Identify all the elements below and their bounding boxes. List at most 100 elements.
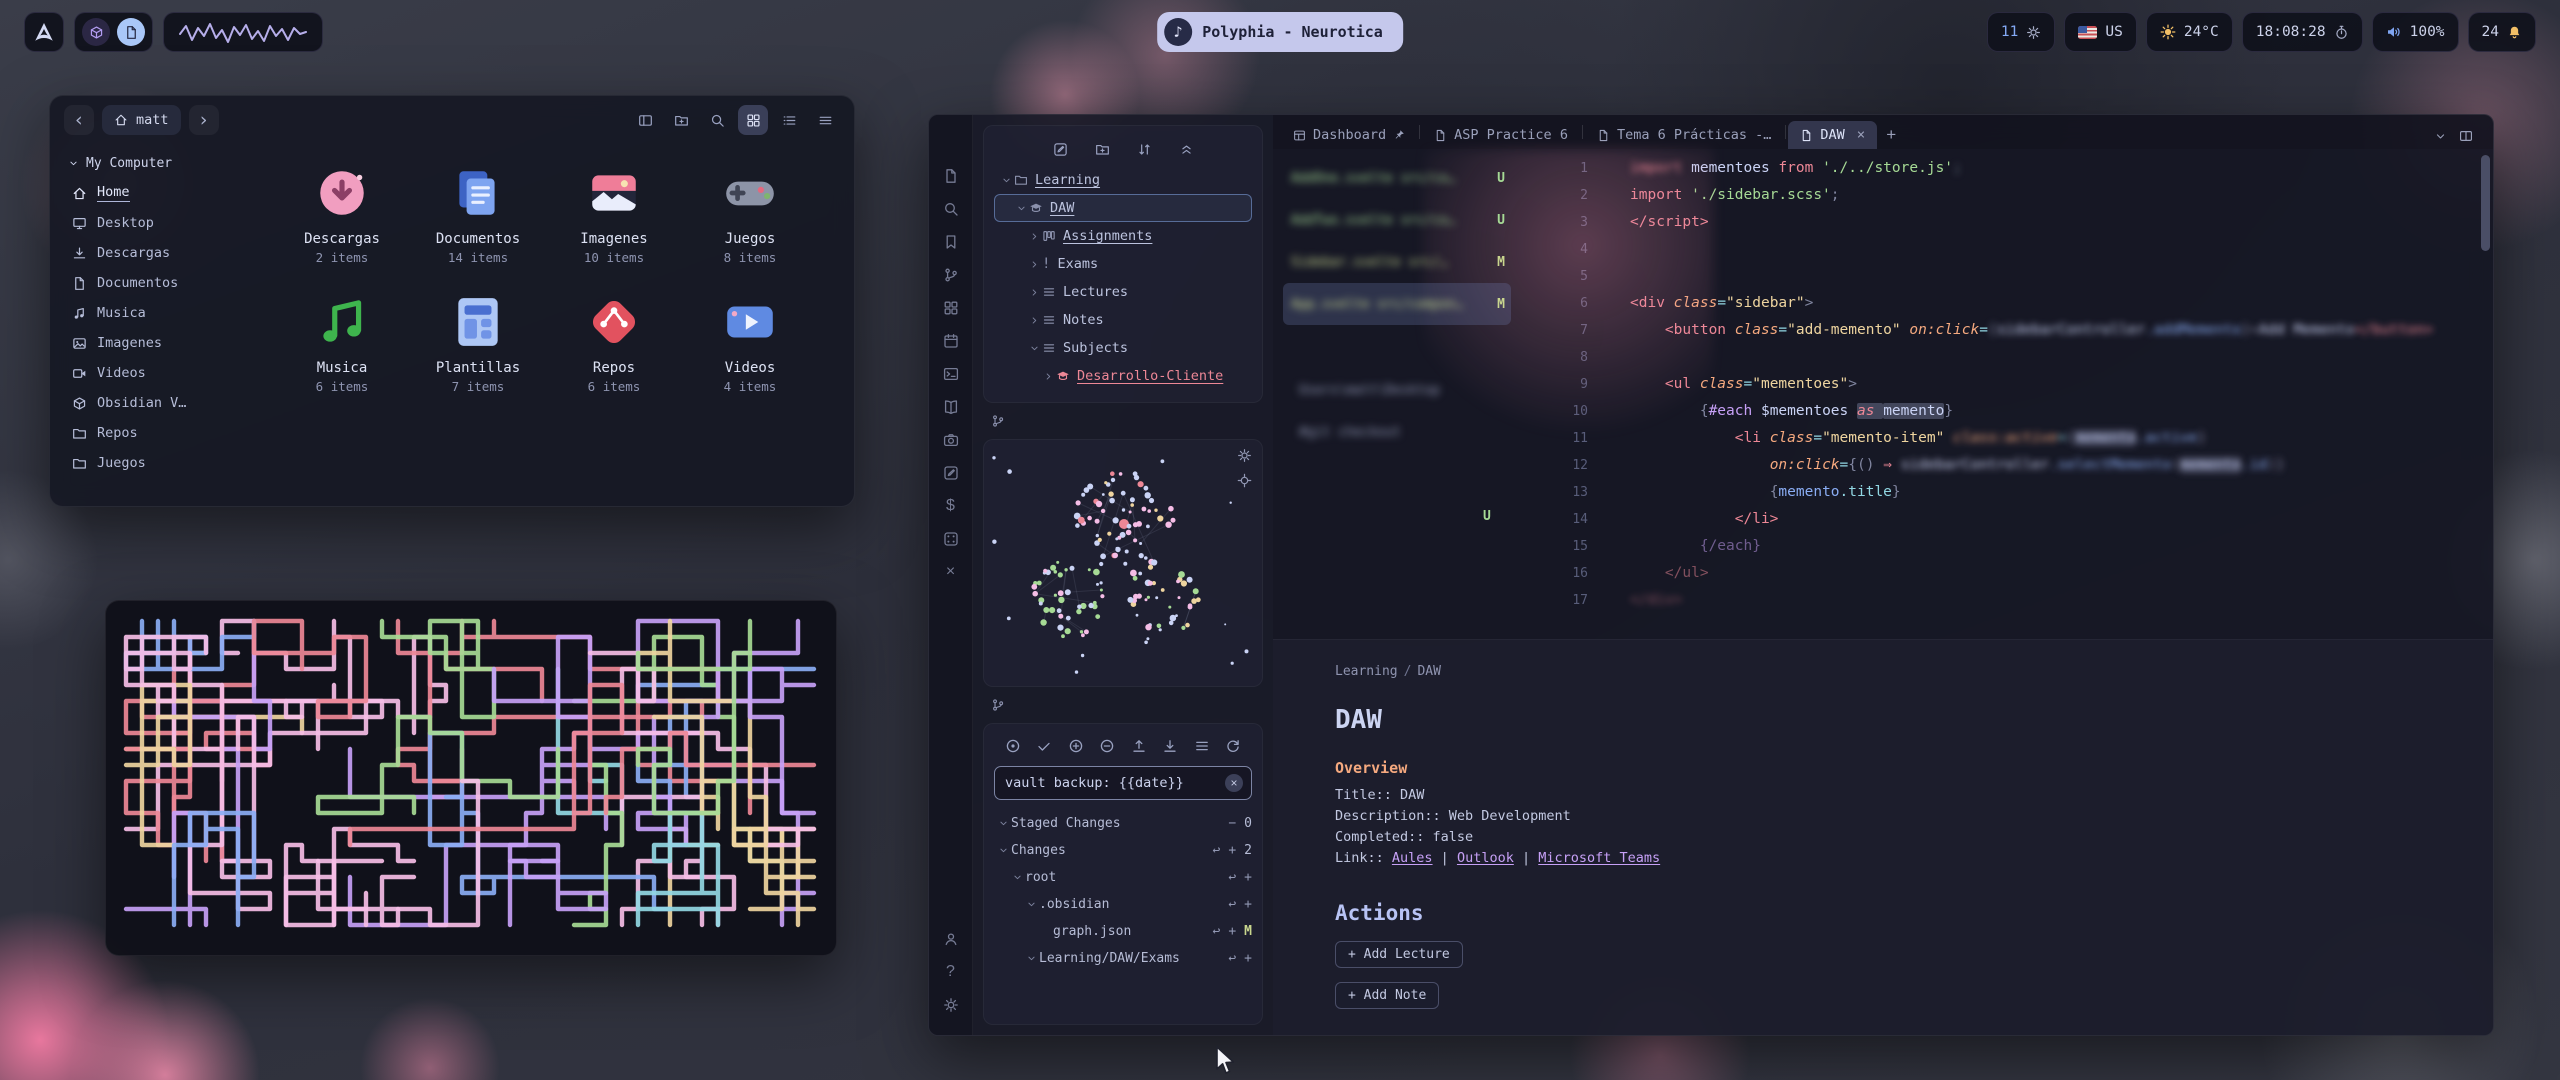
tab-list-icon[interactable] (2434, 130, 2447, 143)
tree-item-exams[interactable]: !Exams (994, 250, 1252, 278)
tab-asp-practice-6[interactable]: ASP Practice 6 (1422, 121, 1580, 149)
note-breadcrumb[interactable]: Learning/DAW (1335, 664, 2453, 679)
note-link-aules[interactable]: Aules (1392, 850, 1433, 866)
git-plus-action[interactable]: + (1228, 924, 1236, 939)
explorer-new-note-button[interactable] (1048, 137, 1072, 161)
folder-juegos[interactable]: Juegos8 items (682, 164, 818, 265)
fm-sidebar-item-obsidian-v[interactable]: Obsidian V… (68, 388, 230, 418)
graph-panel-header[interactable] (983, 409, 1263, 433)
fm-sidebar-item-documentos[interactable]: Documentos (68, 268, 230, 298)
weather-widget[interactable]: 24°C (2146, 12, 2233, 52)
breadcrumb-segment[interactable]: Learning (1335, 664, 1398, 679)
git-row-obsidian[interactable]: .obsidian↩+ (994, 891, 1252, 918)
fm-sidebar-item-descargas[interactable]: Descargas (68, 238, 230, 268)
clear-commit-button[interactable]: × (1225, 774, 1243, 792)
new-folder-button[interactable] (666, 105, 696, 135)
clock-widget[interactable]: 18:08:28 (2242, 12, 2363, 52)
action-button-add-lecture[interactable]: + Add Lecture (1335, 941, 1463, 968)
git-plus-action[interactable]: + (1244, 870, 1252, 885)
tree-item-assignments[interactable]: Assignments (994, 222, 1252, 250)
git-plus-action[interactable]: + (1228, 843, 1236, 858)
tree-item-subjects[interactable]: Subjects (994, 334, 1252, 362)
ribbon-files-button[interactable] (934, 159, 968, 192)
dock-app-vault-button[interactable] (82, 18, 110, 46)
graph-settings-icon[interactable] (1237, 448, 1252, 463)
sidebar-header[interactable]: My Computer (68, 148, 230, 178)
fm-sidebar-item-videos[interactable]: Videos (68, 358, 230, 388)
open-editor-item[interactable]: AddTwo.svelte src/co…U (1283, 199, 1511, 241)
git-row-staged-changes[interactable]: Staged Changes−0 (994, 810, 1252, 837)
ribbon-terminal-button[interactable] (934, 357, 968, 390)
fm-sidebar-item-home[interactable]: Home (68, 178, 230, 208)
tab-tema-6-pr-cticas[interactable]: Tema 6 Prácticas -… (1585, 121, 1783, 149)
git-change-layout-button[interactable] (1191, 735, 1213, 757)
git-commit-button[interactable] (1033, 735, 1055, 757)
folder-documentos[interactable]: Documentos14 items (410, 164, 546, 265)
tab-close[interactable]: × (1857, 127, 1865, 143)
ribbon-new-note-button[interactable] (934, 456, 968, 489)
git-undo-action[interactable]: ↩ (1228, 870, 1236, 885)
grid-view-button[interactable] (738, 105, 768, 135)
commit-message-input[interactable] (1005, 775, 1219, 791)
graph-canvas[interactable] (984, 440, 1262, 686)
split-editor-icon[interactable] (2459, 129, 2473, 143)
git-undo-action[interactable]: ↩ (1213, 843, 1221, 858)
fm-sidebar-item-musica[interactable]: Musica (68, 298, 230, 328)
ribbon-canvas-button[interactable] (934, 291, 968, 324)
git-row-changes[interactable]: Changes↩+2 (994, 837, 1252, 864)
folder-musica[interactable]: Musica6 items (274, 293, 410, 394)
ribbon-camera-button[interactable] (934, 423, 968, 456)
ribbon-reading-button[interactable] (934, 390, 968, 423)
ribbon-daily-note-button[interactable] (934, 324, 968, 357)
git-stage-all-button[interactable] (1065, 735, 1087, 757)
git-plus-action[interactable]: + (1244, 951, 1252, 966)
updates-widget[interactable]: 11 (1987, 12, 2055, 52)
git-minus-action[interactable]: − (1228, 816, 1236, 831)
fm-sidebar-item-desktop[interactable]: Desktop (68, 208, 230, 238)
media-widget[interactable]: ♪ Polyphia - Neurotica (1157, 12, 1403, 52)
open-editor-item[interactable]: App.svelte src/compon…M (1283, 283, 1511, 325)
folder-repos[interactable]: Repos6 items (546, 293, 682, 394)
git-row-root[interactable]: root↩+ (994, 864, 1252, 891)
tree-item-learning[interactable]: Learning (994, 166, 1252, 194)
folder-plantillas[interactable]: Plantillas7 items (410, 293, 546, 394)
notifications-widget[interactable]: 24 (2468, 12, 2536, 52)
git-undo-action[interactable]: ↩ (1228, 897, 1236, 912)
breadcrumb-segment[interactable]: DAW (1417, 664, 1440, 679)
ribbon-search-button[interactable] (934, 192, 968, 225)
tab-daw[interactable]: DAW× (1788, 121, 1877, 149)
search-button[interactable] (702, 105, 732, 135)
note-link-microsoft-teams[interactable]: Microsoft Teams (1538, 850, 1660, 866)
git-refresh-button[interactable] (1222, 735, 1244, 757)
git-row-graph-json[interactable]: graph.json↩+M (994, 918, 1252, 945)
back-button[interactable]: ‹ (64, 105, 94, 135)
git-commit-and-sync-button[interactable] (1002, 735, 1024, 757)
graph-view-panel[interactable] (983, 439, 1263, 687)
ribbon-currency-button[interactable]: $ (934, 489, 968, 522)
preview-panel-button[interactable] (630, 105, 660, 135)
list-view-button[interactable] (774, 105, 804, 135)
forward-button[interactable]: › (189, 105, 219, 135)
action-button-add-note[interactable]: + Add Note (1335, 982, 1439, 1009)
fm-sidebar-item-juegos[interactable]: Juegos (68, 448, 230, 478)
git-panel-header[interactable] (983, 693, 1263, 717)
git-unstage-all-button[interactable] (1096, 735, 1118, 757)
ribbon-profile-button[interactable] (934, 922, 968, 955)
launcher-button[interactable] (24, 12, 64, 52)
open-editor-item[interactable]: AddOne.svelte src/co…U (1283, 157, 1511, 199)
ribbon-random-note-button[interactable] (934, 522, 968, 555)
fm-sidebar-item-imagenes[interactable]: Imagenes (68, 328, 230, 358)
git-push-button[interactable] (1128, 735, 1150, 757)
menu-button[interactable] (810, 105, 840, 135)
volume-widget[interactable]: 100% (2372, 12, 2459, 52)
new-tab-button[interactable]: + (1877, 121, 1905, 149)
ribbon-graph-view-button[interactable] (934, 258, 968, 291)
tree-item-lectures[interactable]: Lectures (994, 278, 1252, 306)
tab-dashboard[interactable]: Dashboard (1281, 121, 1417, 149)
git-row-learning-daw-exams[interactable]: Learning/DAW/Exams↩+ (994, 945, 1252, 972)
keyboard-layout-widget[interactable]: US (2064, 12, 2136, 52)
tree-item-daw[interactable]: DAW (994, 194, 1252, 222)
git-undo-action[interactable]: ↩ (1213, 924, 1221, 939)
git-pull-button[interactable] (1159, 735, 1181, 757)
explorer-new-folder-button[interactable] (1090, 137, 1114, 161)
